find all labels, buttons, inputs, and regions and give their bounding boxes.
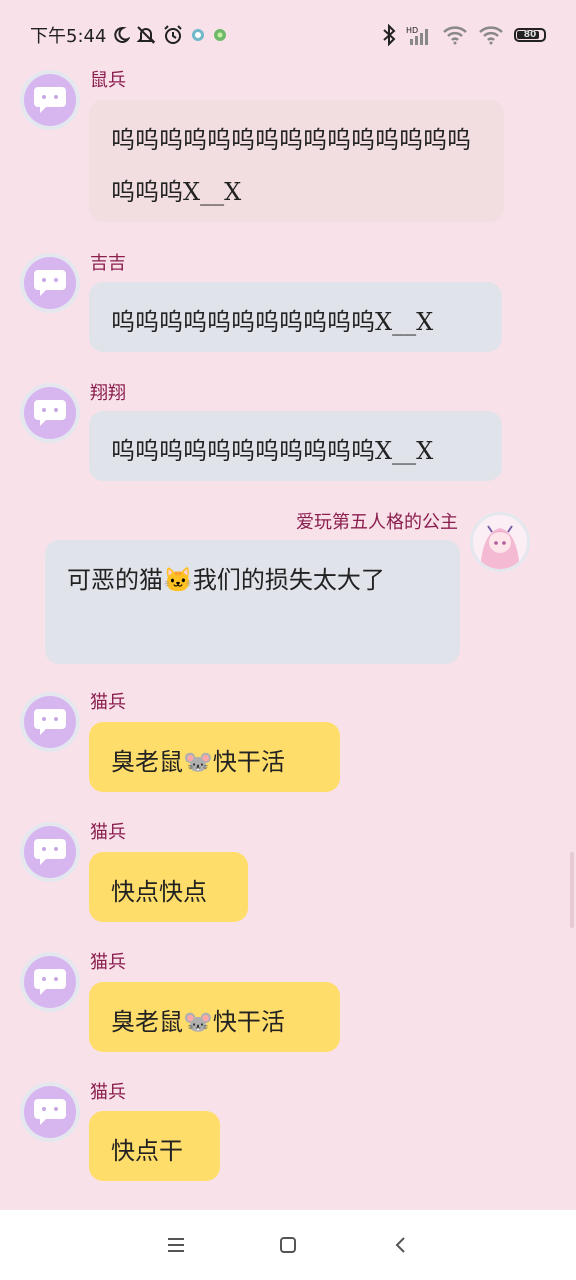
message-bubble[interactable]: 臭老鼠🐭快干活 <box>89 722 340 792</box>
avatar[interactable] <box>20 822 80 882</box>
sender-name: 猫兵 <box>90 952 126 973</box>
home-icon <box>280 1237 296 1253</box>
sender-name: 猫兵 <box>90 822 126 843</box>
back-button[interactable] <box>380 1225 420 1265</box>
wifi-icon <box>478 25 504 45</box>
sender-name: 爱玩第五人格的公主 <box>296 512 458 533</box>
chat-bubble-icon <box>24 826 76 878</box>
bluetooth-icon <box>382 24 396 46</box>
avatar[interactable] <box>470 512 530 572</box>
sender-name: 猫兵 <box>90 1082 126 1103</box>
signal-icon: HD <box>406 25 432 45</box>
chat-bubble-icon <box>24 257 76 309</box>
sender-name: 鼠兵 <box>90 70 126 91</box>
message-bubble[interactable]: 呜呜呜呜呜呜呜呜呜呜呜X__X <box>89 282 502 352</box>
status-bar-right: HD 80 <box>382 24 546 46</box>
status-bar-left: 下午5:44 <box>30 22 228 48</box>
status-bar: 下午5:44 HD 80 <box>0 0 576 70</box>
message-bubble[interactable]: 可恶的猫🐱我们的损失太大了 <box>45 540 460 664</box>
chat-bubble-icon <box>24 74 76 126</box>
avatar[interactable] <box>20 692 80 752</box>
avatar[interactable] <box>20 1082 80 1142</box>
avatar[interactable] <box>20 253 80 313</box>
scrollbar[interactable] <box>570 852 574 928</box>
menu-icon <box>168 1238 184 1252</box>
message-bubble[interactable]: 快点干 <box>89 1111 220 1181</box>
battery-icon: 80 <box>514 28 546 42</box>
sender-name: 翔翔 <box>90 383 126 404</box>
app-icon <box>190 27 206 43</box>
menu-button[interactable] <box>156 1225 196 1265</box>
avatar[interactable] <box>20 952 80 1012</box>
avatar[interactable] <box>20 383 80 443</box>
chat-bubble-icon <box>24 1086 76 1138</box>
profile-picture <box>470 512 530 572</box>
sender-name: 猫兵 <box>90 692 126 713</box>
svg-text:HD: HD <box>406 26 418 35</box>
battery-level-text: 80 <box>523 30 537 40</box>
wifi-icon <box>442 25 468 45</box>
avatar[interactable] <box>20 70 80 130</box>
message-bubble[interactable]: 快点快点 <box>89 852 248 922</box>
back-icon <box>395 1237 405 1253</box>
message-bubble[interactable]: 呜呜呜呜呜呜呜呜呜呜呜X__X <box>89 411 502 481</box>
bell-off-icon <box>136 25 156 45</box>
message-bubble[interactable]: 臭老鼠🐭快干活 <box>89 982 340 1052</box>
chat-bubble-icon <box>24 387 76 439</box>
chat-bubble-icon <box>24 956 76 1008</box>
home-button[interactable] <box>268 1225 308 1265</box>
sender-name: 吉吉 <box>90 253 126 274</box>
message-bubble[interactable]: 呜呜呜呜呜呜呜呜呜呜呜呜呜呜呜呜呜呜X__X <box>89 100 504 222</box>
navigation-bar <box>0 1210 576 1280</box>
status-time: 下午5:44 <box>30 26 107 47</box>
app-icon <box>212 27 228 43</box>
alarm-icon <box>162 24 184 46</box>
chat-bubble-icon <box>24 696 76 748</box>
moon-icon <box>112 26 131 44</box>
